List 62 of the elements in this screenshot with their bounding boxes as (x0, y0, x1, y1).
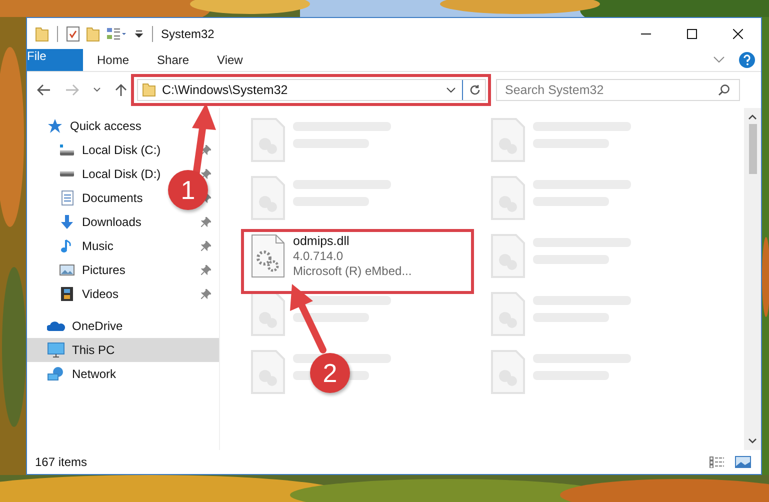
download-arrow-icon (59, 214, 75, 230)
file-detail: 4.0.714.0 (293, 249, 344, 263)
pin-icon[interactable] (201, 289, 211, 299)
large-icons-view-icon[interactable] (735, 456, 751, 468)
sidebar-item[interactable]: Downloads (59, 214, 142, 230)
new-folder-icon[interactable] (86, 26, 100, 42)
blurred-file-icon[interactable] (251, 292, 285, 336)
expand-ribbon-icon[interactable] (713, 56, 725, 64)
film-icon (59, 286, 75, 302)
sidebar-item[interactable]: Documents (59, 190, 143, 206)
up-arrow-icon[interactable] (115, 83, 127, 97)
maximize-icon (687, 28, 697, 38)
address-path: C:\Windows\System32 (162, 83, 289, 97)
search-icon (718, 84, 730, 96)
drive-icon (59, 144, 75, 156)
recent-locations-icon[interactable] (93, 87, 101, 93)
cloud-icon (47, 320, 65, 332)
ribbon-tab[interactable]: Share (143, 49, 204, 71)
pin-icon[interactable] (201, 145, 211, 155)
sidebar-item[interactable]: Local Disk (D:) (59, 167, 161, 181)
arrow (290, 284, 326, 354)
pin-icon[interactable] (201, 265, 211, 275)
file-name[interactable]: odmips.dll (293, 234, 412, 248)
sidebar-item[interactable]: Local Disk (C:) (59, 143, 161, 157)
scroll-down-icon[interactable] (748, 438, 757, 444)
sidebar-item[interactable]: Pictures (59, 262, 126, 278)
scrollbar-thumb[interactable] (748, 124, 756, 174)
close-icon (733, 28, 743, 38)
pin-icon[interactable] (201, 169, 211, 179)
pin-icon[interactable] (201, 217, 211, 227)
properties-icon[interactable] (66, 26, 80, 42)
drive-icon (59, 171, 75, 177)
view-options-icon[interactable] (106, 26, 128, 42)
picture-icon (59, 262, 75, 278)
sidebar-item[interactable]: Music (59, 238, 114, 254)
ribbon-tab[interactable]: View (203, 49, 257, 71)
pin-icon[interactable] (201, 241, 211, 251)
dropdown-chevron-icon[interactable] (446, 87, 456, 93)
address-bar[interactable]: C:\Windows\System32 (137, 79, 486, 101)
ribbon-tab[interactable]: Home (83, 49, 144, 71)
star-icon (47, 118, 63, 134)
search-field[interactable]: Search System32 (496, 79, 740, 101)
item-count: 167 items (35, 455, 88, 469)
sidebar-item[interactable]: Videos (59, 286, 118, 302)
forward-arrow-icon[interactable] (65, 84, 79, 96)
network-icon (47, 366, 65, 382)
scroll-up-icon[interactable] (748, 114, 757, 120)
details-view-icon[interactable] (709, 456, 725, 468)
file-menu-button[interactable]: File (27, 49, 83, 71)
monitor-icon (47, 342, 65, 358)
sidebar-item[interactable]: Network (47, 366, 116, 382)
folder-icon[interactable] (35, 26, 49, 42)
sidebar-item[interactable]: OneDrive (47, 319, 123, 333)
help-icon[interactable] (739, 52, 755, 68)
window-title: System32 (161, 26, 214, 40)
back-arrow-icon[interactable] (37, 84, 51, 96)
dll-file-icon[interactable] (251, 234, 285, 278)
document-icon (59, 190, 75, 206)
refresh-icon[interactable] (469, 84, 481, 96)
sidebar-item[interactable]: Quick access (47, 118, 142, 134)
file-detail: Microsoft (R) eMbed... (293, 264, 412, 278)
folder-icon (142, 83, 156, 97)
